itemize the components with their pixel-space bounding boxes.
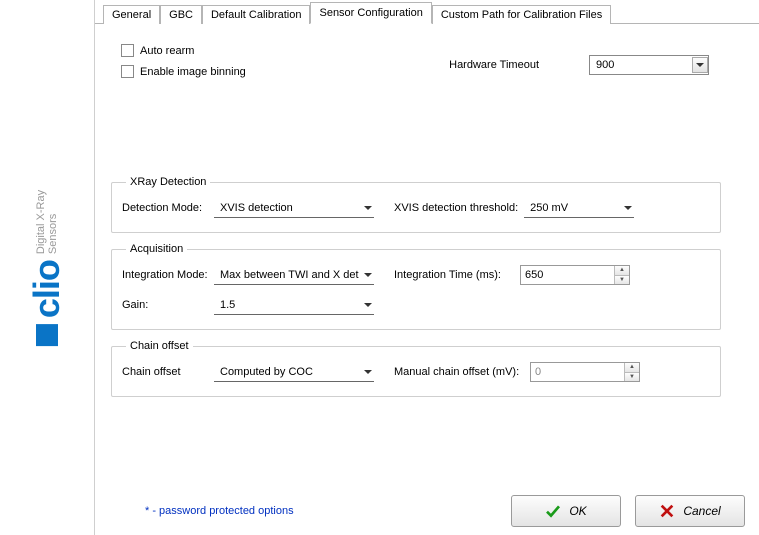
xray-legend: XRay Detection <box>126 176 210 188</box>
brand-name: clio <box>26 260 68 318</box>
cancel-button[interactable]: Cancel <box>635 495 745 527</box>
gain-select[interactable]: 1.5 <box>214 295 374 315</box>
chevron-down-icon <box>364 303 372 307</box>
integration-time-label: Integration Time (ms): <box>394 269 514 281</box>
manual-offset-label: Manual chain offset (mV): <box>394 366 524 378</box>
brand-subtitle: Digital X-RaySensors <box>35 189 59 253</box>
tab-gbc[interactable]: GBC <box>160 5 202 24</box>
chain-offset-group: Chain offset Chain offset Computed by CO… <box>111 340 721 397</box>
chevron-down-icon <box>364 370 372 374</box>
acquisition-group: Acquisition Integration Mode: Max betwee… <box>111 243 721 330</box>
auto-rearm-label: Auto rearm <box>140 45 194 57</box>
tab-custom-path[interactable]: Custom Path for Calibration Files <box>432 5 611 24</box>
sidebar: clio Digital X-RaySensors <box>0 0 95 535</box>
brand-logo: clio Digital X-RaySensors <box>26 189 68 345</box>
xray-detection-group: XRay Detection Detection Mode: XVIS dete… <box>111 176 721 233</box>
detection-mode-select[interactable]: XVIS detection <box>214 198 374 218</box>
chain-legend: Chain offset <box>126 340 193 352</box>
manual-offset-spinner[interactable]: 0 ▲▼ <box>530 362 640 382</box>
spinner-buttons[interactable]: ▲▼ <box>614 266 629 284</box>
tab-strip: General GBC Default Calibration Sensor C… <box>95 0 759 24</box>
sota-icon <box>36 324 58 346</box>
detection-mode-label: Detection Mode: <box>122 202 214 214</box>
tab-default-calibration[interactable]: Default Calibration <box>202 5 311 24</box>
chain-offset-select[interactable]: Computed by COC <box>214 362 374 382</box>
integration-mode-label: Integration Mode: <box>122 269 214 281</box>
threshold-label: XVIS detection threshold: <box>394 202 518 214</box>
footer-note: * - password protected options <box>145 505 294 517</box>
chevron-down-icon <box>692 57 708 73</box>
hw-timeout-label: Hardware Timeout <box>449 59 539 71</box>
hw-timeout-select[interactable]: 900 <box>589 55 709 75</box>
tab-sensor-configuration[interactable]: Sensor Configuration <box>310 2 431 24</box>
tab-general[interactable]: General <box>103 5 160 24</box>
chevron-down-icon <box>364 273 372 277</box>
integration-time-spinner[interactable]: 650 ▲▼ <box>520 265 630 285</box>
threshold-select[interactable]: 250 mV <box>524 198 634 218</box>
enable-binning-label: Enable image binning <box>140 66 246 78</box>
check-icon <box>545 503 561 519</box>
gain-label: Gain: <box>122 299 214 311</box>
enable-binning-checkbox[interactable] <box>121 65 134 78</box>
auto-rearm-checkbox[interactable] <box>121 44 134 57</box>
acq-legend: Acquisition <box>126 243 187 255</box>
spinner-buttons[interactable]: ▲▼ <box>624 363 639 381</box>
ok-button[interactable]: OK <box>511 495 621 527</box>
integration-mode-select[interactable]: Max between TWI and X det <box>214 265 374 285</box>
chevron-down-icon <box>624 206 632 210</box>
chain-offset-label: Chain offset <box>122 366 214 378</box>
x-icon <box>659 503 675 519</box>
chevron-down-icon <box>364 206 372 210</box>
